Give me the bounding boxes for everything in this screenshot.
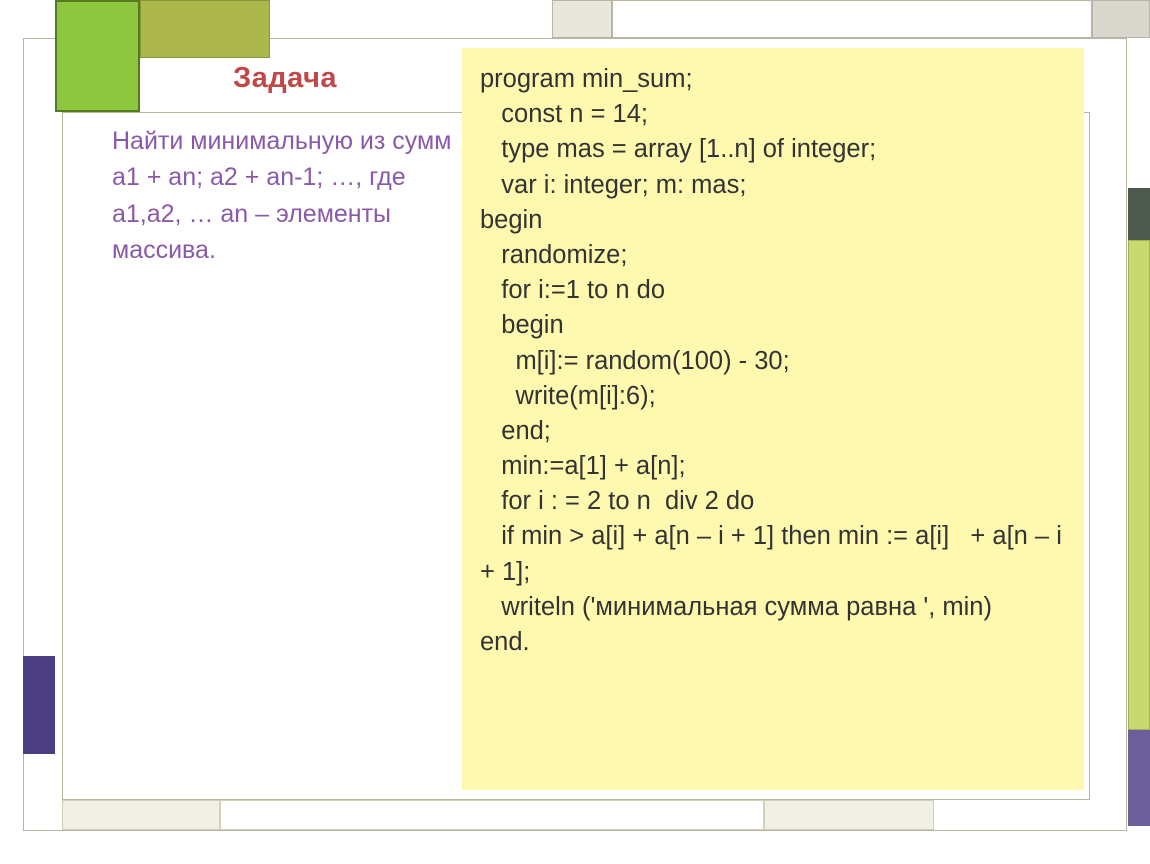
task-body: Найти минимальную из сумм a1 + an; a2 + … [112, 123, 458, 268]
code-line: program min_sum; [480, 65, 693, 93]
code-line: begin [480, 311, 564, 339]
task-title: Задача [112, 62, 458, 95]
decor-block [1092, 0, 1150, 38]
task-panel: Задача Найти минимальную из сумм a1 + an… [112, 62, 458, 268]
decor-block [23, 656, 55, 754]
slide-canvas: program min_sum; const n = 14; type mas … [0, 0, 1150, 864]
decor-block [62, 800, 220, 830]
decor-block [1128, 240, 1150, 730]
code-line: type mas = array [1..n] of integer; [480, 135, 876, 163]
decor-block [612, 0, 1092, 38]
code-line: for i:=1 to n do [480, 276, 665, 304]
decor-block [1128, 188, 1150, 240]
decor-block [764, 800, 934, 830]
decor-block [220, 800, 764, 830]
code-line: m[i]:= random(100) - 30; [480, 347, 790, 375]
code-line: var i: integer; m: mas; [480, 171, 746, 199]
code-block: program min_sum; const n = 14; type mas … [480, 62, 1066, 660]
code-line: for i : = 2 to n div 2 do [480, 487, 754, 515]
code-panel: program min_sum; const n = 14; type mas … [462, 48, 1084, 790]
decor-block [1128, 730, 1150, 826]
decor-block [552, 0, 612, 38]
code-line: if min > a[i] + a[n – i + 1] then min :=… [480, 522, 1069, 585]
decor-block [140, 0, 270, 58]
code-line: write(m[i]:6); [480, 382, 656, 410]
code-line: min:=a[1] + a[n]; [480, 452, 686, 480]
code-line: randomize; [480, 241, 627, 269]
task-line: Найти минимальную из сумм [112, 127, 451, 155]
code-line: begin [480, 206, 542, 234]
code-line: end. [480, 628, 530, 656]
task-line: a1 + an; a2 + an-1; …, где a1,a2, … an –… [112, 163, 413, 264]
code-line: writeln ('минимальная сумма равна ', min… [480, 593, 992, 621]
code-line: const n = 14; [480, 100, 648, 128]
code-line: end; [480, 417, 551, 445]
